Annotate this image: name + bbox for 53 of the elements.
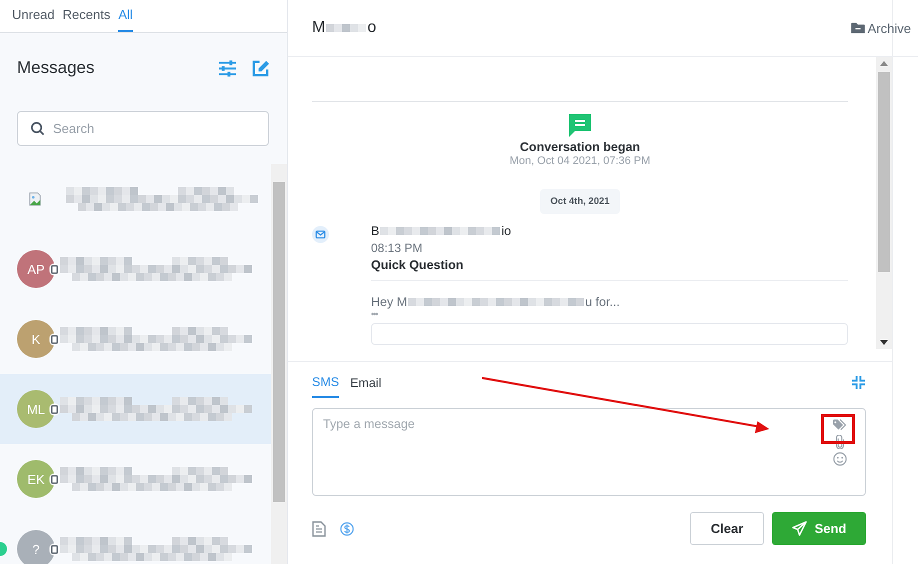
message-subject: Quick Question bbox=[371, 258, 464, 272]
avatar: ML bbox=[17, 390, 55, 428]
collapse-icon[interactable] bbox=[852, 376, 865, 389]
search-icon bbox=[30, 121, 45, 136]
scrollbar[interactable] bbox=[876, 57, 892, 349]
search-field[interactable]: Search bbox=[17, 111, 269, 146]
avatar: EK bbox=[17, 460, 55, 498]
contact-item[interactable]: ML bbox=[0, 374, 271, 444]
message-preview: u for... bbox=[585, 295, 620, 309]
scrollbar[interactable] bbox=[271, 164, 287, 564]
paperclip-icon[interactable] bbox=[833, 435, 847, 449]
tag-icon[interactable] bbox=[833, 418, 847, 432]
archive-button[interactable]: Archive bbox=[850, 20, 918, 36]
message-time: 08:13 PM bbox=[371, 241, 424, 255]
sidebar-title: Messages bbox=[17, 58, 96, 78]
channel-tab[interactable]: Email bbox=[350, 376, 382, 397]
channel-tab[interactable]: SMS bbox=[312, 375, 340, 398]
avatar: AP bbox=[17, 250, 55, 288]
document-icon[interactable] bbox=[312, 520, 326, 536]
mail-icon bbox=[312, 226, 329, 243]
avatar: K bbox=[17, 320, 55, 358]
annotation-box bbox=[821, 414, 855, 444]
contact-item[interactable]: AP bbox=[0, 234, 271, 304]
contact-name: o bbox=[367, 19, 376, 37]
contact-item[interactable]: ? bbox=[0, 514, 271, 564]
sender-name: io bbox=[501, 224, 512, 238]
sender-name: B bbox=[371, 224, 380, 238]
expand-dots[interactable]: ••• bbox=[371, 309, 848, 319]
broken-image-icon bbox=[28, 192, 42, 206]
contact-name: M bbox=[312, 19, 326, 37]
message-preview: Hey M bbox=[371, 295, 408, 309]
filter-sliders-icon[interactable] bbox=[218, 58, 237, 78]
scroll-up-icon[interactable] bbox=[880, 61, 888, 66]
contact-item[interactable]: K bbox=[0, 304, 271, 374]
dollar-icon[interactable] bbox=[340, 520, 354, 536]
chat-bubble-icon bbox=[569, 114, 591, 138]
timestamp: Mon, Oct 04 2021, 07:36 PM bbox=[510, 155, 650, 167]
clear-button[interactable]: Clear bbox=[690, 512, 764, 545]
filter-tab[interactable]: Unread bbox=[12, 7, 55, 32]
filter-tab[interactable]: Recents bbox=[62, 7, 110, 32]
send-button[interactable]: Send bbox=[772, 512, 866, 545]
contact-item[interactable]: EK bbox=[0, 444, 271, 514]
message-field[interactable]: Type a message bbox=[312, 408, 866, 496]
send-icon bbox=[792, 521, 807, 536]
emoji-icon[interactable] bbox=[833, 452, 847, 466]
avatar: ? bbox=[17, 530, 55, 564]
date-chip: Oct 4th, 2021 bbox=[540, 189, 620, 214]
conversation-began-label: Conversation began bbox=[520, 140, 640, 154]
folder-icon bbox=[850, 22, 865, 34]
redacted-text bbox=[326, 24, 366, 32]
compose-icon[interactable] bbox=[251, 58, 270, 78]
scroll-down-icon[interactable] bbox=[880, 340, 888, 345]
filter-tab[interactable]: All bbox=[118, 7, 133, 32]
